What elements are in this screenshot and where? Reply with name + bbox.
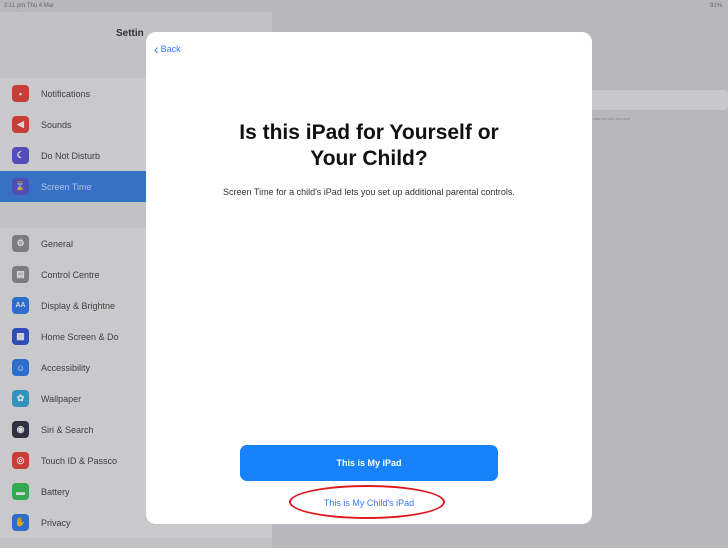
chevron-left-icon: ‹ (154, 41, 159, 57)
ipad-screen: 2:11 pm Thu 4 Mar 91% Settin ▪ Notificat… (0, 0, 728, 548)
back-label: Back (160, 44, 181, 54)
screen-time-setup-dialog: ‹ Back Is this iPad for Yourself or Your… (146, 32, 592, 524)
dialog-title-line-2: Your Child? (310, 147, 428, 170)
back-button[interactable]: ‹ Back (154, 41, 181, 57)
red-highlight-ellipse (289, 485, 445, 519)
this-is-my-ipad-button[interactable]: This is My iPad (240, 445, 498, 481)
dialog-description: Screen Time for a child's iPad lets you … (223, 187, 515, 197)
dialog-title: Is this iPad for Yourself or Your Child? (146, 120, 592, 172)
dialog-title-line-1: Is this iPad for Yourself or (239, 121, 499, 144)
